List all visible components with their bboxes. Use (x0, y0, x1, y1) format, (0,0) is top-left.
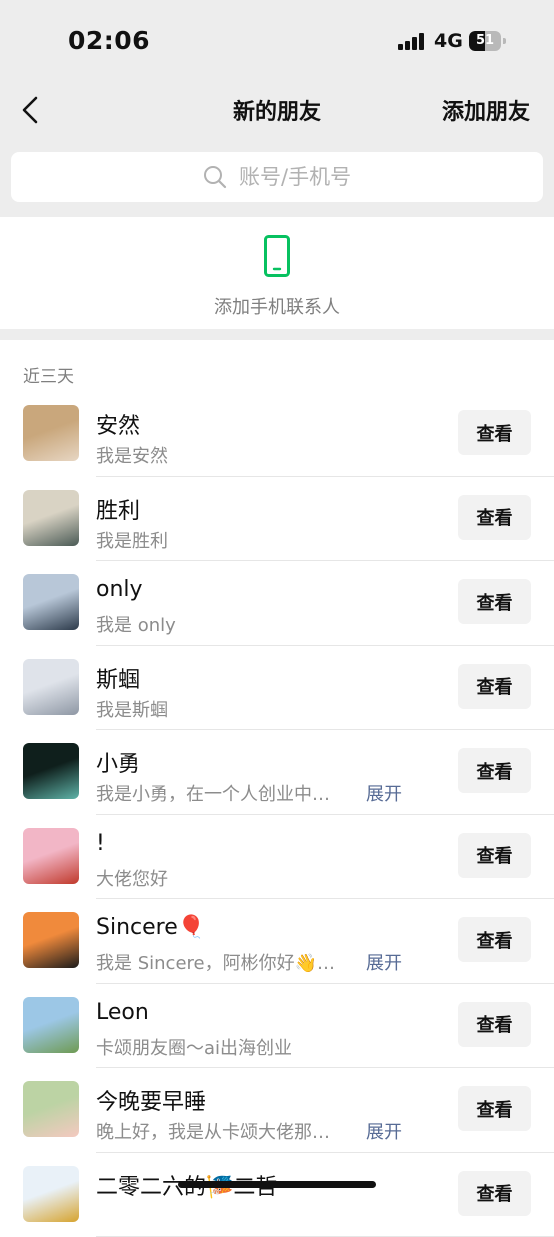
request-message: 卡颂朋友圈～ai出海创业 (96, 1034, 292, 1060)
view-button[interactable]: 查看 (458, 410, 531, 455)
list-item[interactable]: 今晚要早睡 晚上好，我是从卡颂大佬那… 展开 查看 (0, 1068, 554, 1153)
contact-name: 斯蝈 (96, 662, 140, 694)
request-message: 我是胜利 (96, 527, 168, 553)
contact-name: Leon (96, 1000, 149, 1025)
list-item[interactable]: Leon 卡颂朋友圈～ai出海创业 查看 (0, 984, 554, 1069)
expand-link[interactable]: 展开 (366, 1118, 402, 1144)
phone-icon (264, 235, 290, 277)
signal-icon (398, 33, 426, 50)
contact-name: Sincere🎈 (96, 915, 205, 940)
search-icon (203, 165, 227, 189)
avatar[interactable] (23, 659, 79, 715)
view-button[interactable]: 查看 (458, 1171, 531, 1216)
add-phone-contacts[interactable]: 添加手机联系人 (0, 217, 554, 329)
avatar[interactable] (23, 912, 79, 968)
contact-name: 安然 (96, 408, 140, 440)
section-label: 近三天 (23, 362, 74, 387)
list-item[interactable]: 二零二六的🎏二哲 查看 (0, 1153, 554, 1237)
list-item[interactable]: only 我是 only 查看 (0, 561, 554, 646)
request-message: 我是小勇，在一个人创业中… (96, 780, 330, 806)
avatar[interactable] (23, 743, 79, 799)
request-message: 我是 Sincere，阿彬你好👋… (96, 949, 335, 975)
avatar[interactable] (23, 1166, 79, 1222)
view-button[interactable]: 查看 (458, 495, 531, 540)
contact-name: ! (96, 831, 105, 856)
avatar[interactable] (23, 997, 79, 1053)
view-button[interactable]: 查看 (458, 833, 531, 878)
search-box[interactable] (11, 152, 543, 202)
avatar[interactable] (23, 574, 79, 630)
status-time: 02:06 (68, 26, 150, 55)
request-message: 晚上好，我是从卡颂大佬那… (96, 1118, 330, 1144)
contact-name: 今晚要早睡 (96, 1084, 206, 1116)
search-input[interactable] (239, 152, 539, 202)
view-button[interactable]: 查看 (458, 1086, 531, 1131)
view-button[interactable]: 查看 (458, 917, 531, 962)
nav-bar: 新的朋友 添加朋友 (0, 80, 554, 140)
list-item[interactable]: 小勇 我是小勇，在一个人创业中… 展开 查看 (0, 730, 554, 815)
search-bar (0, 140, 554, 217)
battery-icon: 51 (469, 31, 507, 51)
view-button[interactable]: 查看 (458, 664, 531, 709)
view-button[interactable]: 查看 (458, 579, 531, 624)
add-friend-button[interactable]: 添加朋友 (442, 94, 530, 126)
list-item[interactable]: 胜利 我是胜利 查看 (0, 477, 554, 562)
request-message: 我是 only (96, 611, 176, 637)
section-divider (0, 329, 554, 340)
friend-request-list: 安然 我是安然 查看 胜利 我是胜利 查看 only 我是 only 查看 斯蝈… (0, 392, 554, 1237)
avatar[interactable] (23, 405, 79, 461)
expand-link[interactable]: 展开 (366, 949, 402, 975)
contact-name: 小勇 (96, 746, 140, 778)
request-message: 大佬您好 (96, 865, 168, 891)
avatar[interactable] (23, 1081, 79, 1137)
request-message: 我是斯蝈 (96, 696, 168, 722)
avatar[interactable] (23, 828, 79, 884)
status-bar: 02:06 4G 51 (0, 0, 554, 80)
contact-name: 胜利 (96, 493, 140, 525)
list-item[interactable]: Sincere🎈 我是 Sincere，阿彬你好👋… 展开 查看 (0, 899, 554, 984)
add-phone-contacts-label: 添加手机联系人 (0, 293, 554, 319)
battery-level: 51 (469, 31, 501, 51)
contact-name: only (96, 577, 143, 602)
view-button[interactable]: 查看 (458, 1002, 531, 1047)
list-item[interactable]: 斯蝈 我是斯蝈 查看 (0, 646, 554, 731)
avatar[interactable] (23, 490, 79, 546)
list-item[interactable]: 安然 我是安然 查看 (0, 392, 554, 477)
home-indicator[interactable] (178, 1181, 376, 1188)
network-label: 4G (434, 30, 463, 52)
view-button[interactable]: 查看 (458, 748, 531, 793)
expand-link[interactable]: 展开 (366, 780, 402, 806)
request-message: 我是安然 (96, 442, 168, 468)
list-item[interactable]: ! 大佬您好 查看 (0, 815, 554, 900)
